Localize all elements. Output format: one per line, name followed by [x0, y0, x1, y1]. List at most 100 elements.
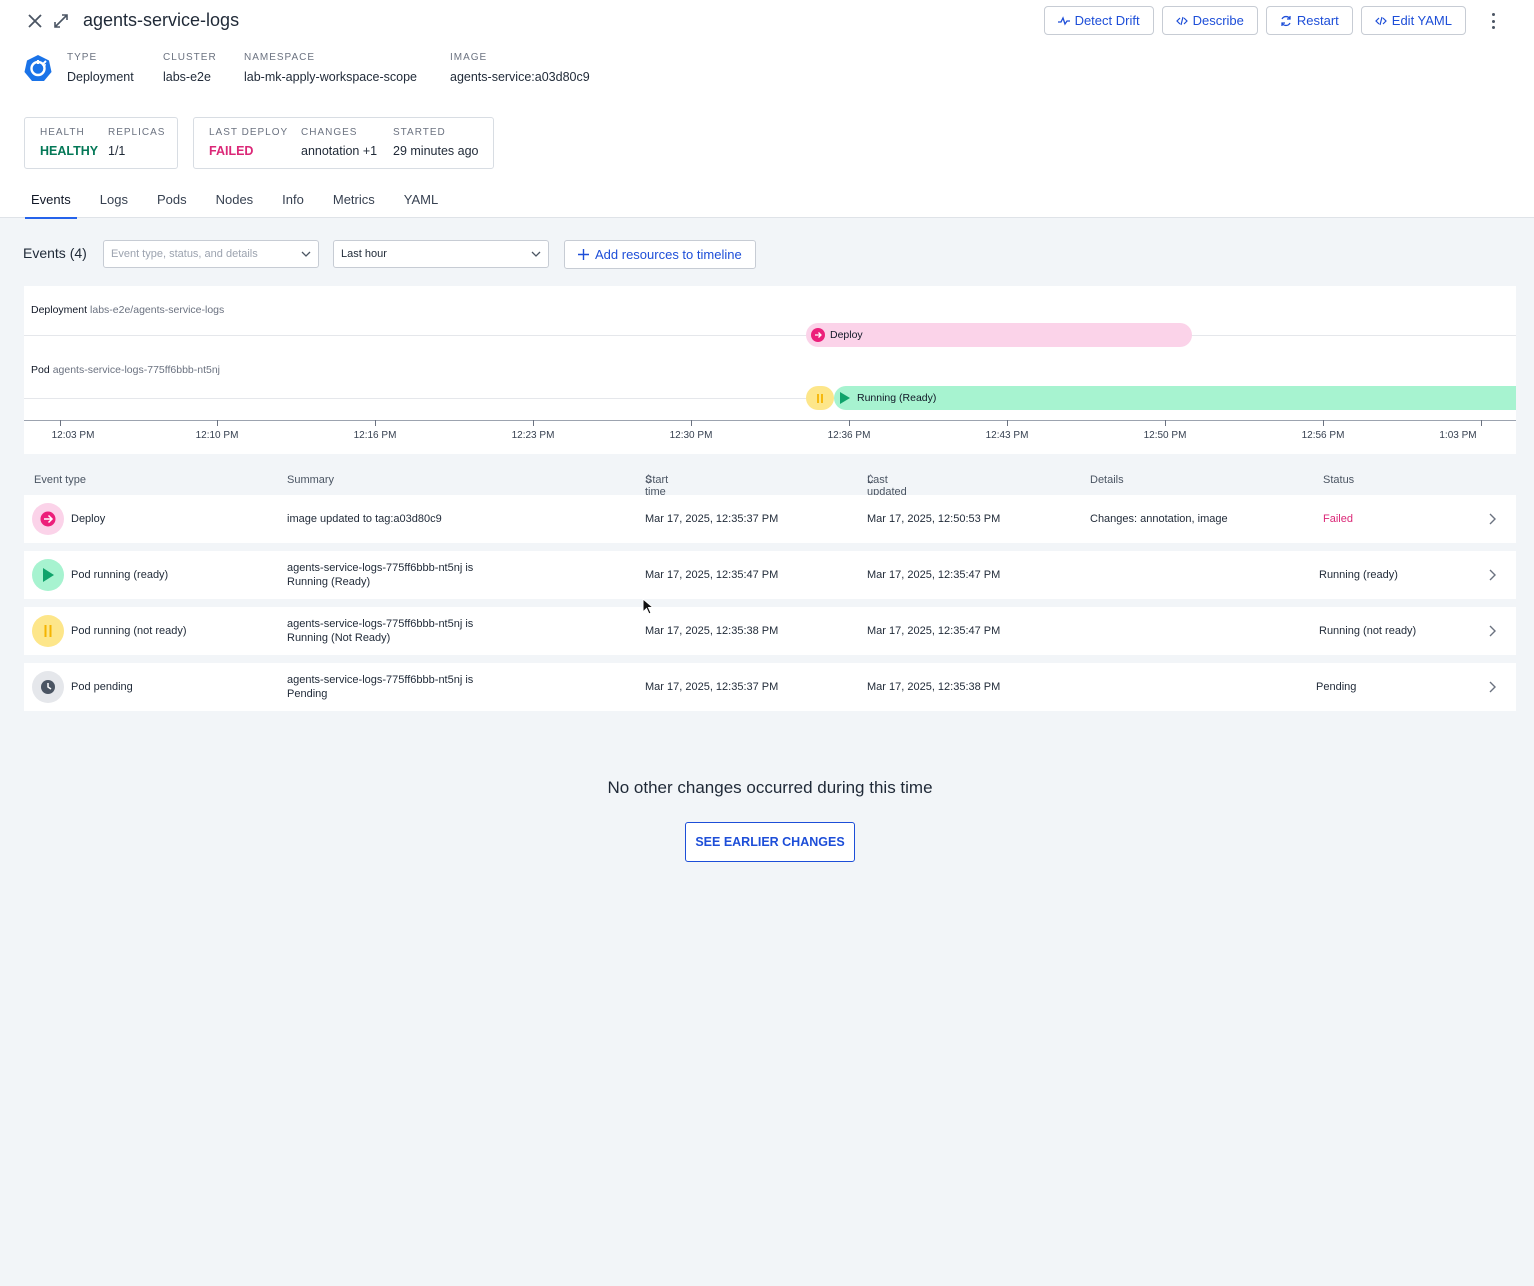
row-summary: agents-service-logs-775ff6bbb-nt5nj is R… — [287, 562, 474, 588]
axis-tick — [217, 420, 218, 426]
axis-tick-label: 12:36 PM — [827, 430, 871, 441]
axis-tick — [1481, 420, 1482, 426]
running-bar[interactable]: Running (Ready) — [834, 386, 1516, 410]
row-last-updated: Mar 17, 2025, 12:50:53 PM — [867, 513, 1001, 525]
row-summary: agents-service-logs-775ff6bbb-nt5nj is P… — [287, 674, 474, 700]
event-filter-select[interactable]: Event type, status, and details — [103, 240, 319, 268]
deploy-event-icon — [32, 503, 64, 535]
table-row[interactable]: Pod running (ready) agents-service-logs-… — [24, 551, 1516, 599]
meta-cluster-label: CLUSTER — [163, 52, 217, 63]
row-status: Running (not ready) — [1319, 625, 1417, 637]
axis-tick-label: 12:50 PM — [1143, 430, 1187, 441]
clock-icon — [32, 671, 64, 703]
table-row[interactable]: Pod pending agents-service-logs-775ff6bb… — [24, 663, 1516, 711]
row-event-type: Pod pending — [71, 681, 133, 693]
axis-tick — [533, 420, 534, 426]
last-deploy-label: LAST DEPLOY — [209, 127, 289, 138]
pause-icon — [817, 393, 823, 403]
meta-namespace: NAMESPACE lab-mk-apply-workspace-scope — [244, 52, 417, 84]
chevron-right-icon — [1489, 625, 1496, 637]
meta-image: IMAGE agents-service:a03d80c9 — [450, 52, 590, 84]
close-icon[interactable] — [25, 11, 45, 31]
expand-icon[interactable] — [51, 11, 71, 31]
axis-tick — [1007, 420, 1008, 426]
timeline-row-kind: Deployment — [31, 304, 88, 316]
row-last-updated: Mar 17, 2025, 12:35:47 PM — [867, 625, 1001, 637]
row-start-time: Mar 17, 2025, 12:35:37 PM — [645, 681, 779, 693]
row-start-time: Mar 17, 2025, 12:35:38 PM — [645, 625, 779, 637]
tab-logs[interactable]: Logs — [100, 188, 128, 216]
running-bar-label: Running (Ready) — [857, 392, 937, 404]
started-label: STARTED — [393, 127, 446, 138]
tab-yaml[interactable]: YAML — [404, 188, 438, 216]
tab-metrics[interactable]: Metrics — [333, 188, 375, 216]
meta-type-label: TYPE — [67, 52, 98, 63]
more-options-icon[interactable] — [1486, 11, 1500, 31]
row-event-type: Pod running (ready) — [71, 569, 169, 581]
meta-type: TYPE Deployment — [67, 52, 134, 84]
meta-namespace-label: NAMESPACE — [244, 52, 316, 63]
not-ready-bar[interactable] — [806, 386, 834, 410]
tab-info[interactable]: Info — [282, 188, 304, 216]
table-row[interactable]: Pod running (not ready) agents-service-l… — [24, 607, 1516, 655]
add-resources-button[interactable]: Add resources to timeline — [564, 240, 756, 269]
meta-cluster: CLUSTER labs-e2e — [163, 52, 217, 84]
chevron-right-icon — [1489, 513, 1496, 525]
events-title: Events (4) — [23, 245, 87, 261]
axis-tick-label: 1:03 PM — [1439, 430, 1477, 441]
row-start-time: Mar 17, 2025, 12:35:37 PM — [645, 513, 779, 525]
row-event-type: Pod running (not ready) — [71, 625, 187, 637]
meta-cluster-value: labs-e2e — [163, 70, 211, 84]
resource-header: agents-service-logs Detect Drift Describ… — [0, 0, 1534, 219]
timeline-axis — [24, 420, 1516, 421]
col-last-updated[interactable]: Last updated time — [867, 474, 907, 510]
changes-value: annotation +1 — [301, 144, 378, 158]
timeline-row-pod: Pod agents-service-logs-775ff6bbb-nt5nj — [31, 364, 220, 376]
deploy-card: LAST DEPLOY FAILED CHANGES annotation +1… — [193, 117, 494, 169]
col-start-time[interactable]: Start time (UTC+2) — [645, 474, 687, 510]
detect-drift-button[interactable]: Detect Drift — [1043, 6, 1154, 35]
timeline-divider — [24, 335, 1516, 336]
edit-yaml-label: Edit YAML — [1391, 13, 1452, 28]
chevron-down-icon — [531, 251, 541, 257]
describe-label: Describe — [1192, 13, 1244, 28]
restart-label: Restart — [1296, 13, 1339, 28]
health-label: HEALTH — [40, 127, 85, 138]
health-card: HEALTH HEALTHY REPLICAS 1/1 — [24, 117, 178, 169]
axis-tick-label: 12:56 PM — [1301, 430, 1345, 441]
events-timeline: Deployment labs-e2e/agents-service-logs D… — [24, 286, 1516, 454]
empty-state-message: No other changes occurred during this ti… — [607, 778, 933, 797]
deploy-bar[interactable]: Deploy — [806, 323, 1192, 347]
tab-pods[interactable]: Pods — [157, 188, 187, 216]
row-last-updated: Mar 17, 2025, 12:35:47 PM — [867, 569, 1001, 581]
axis-tick-label: 12:23 PM — [511, 430, 555, 441]
meta-type-value: Deployment — [67, 70, 134, 84]
tab-events[interactable]: Events — [25, 188, 77, 219]
pause-icon — [32, 615, 64, 647]
table-row[interactable]: Deploy image updated to tag:a03d80c9 Mar… — [24, 495, 1516, 543]
chevron-right-icon — [1489, 569, 1496, 581]
axis-tick-label: 12:10 PM — [195, 430, 239, 441]
detect-drift-label: Detect Drift — [1074, 13, 1140, 28]
edit-yaml-button[interactable]: Edit YAML — [1360, 6, 1466, 35]
describe-button[interactable]: Describe — [1161, 6, 1258, 35]
meta-image-value: agents-service:a03d80c9 — [450, 70, 590, 84]
restart-button[interactable]: Restart — [1265, 6, 1353, 35]
col-summary: Summary — [287, 474, 335, 486]
axis-tick — [60, 420, 61, 426]
plus-icon — [578, 249, 589, 260]
replicas-label: REPLICAS — [108, 127, 166, 138]
chevron-right-icon — [1489, 681, 1496, 693]
axis-tick — [1323, 420, 1324, 426]
tab-nodes[interactable]: Nodes — [216, 188, 254, 216]
timeline-row-kind: Pod — [31, 364, 50, 376]
tab-bar: Events Logs Pods Nodes Info Metrics YAML — [24, 188, 467, 219]
see-earlier-changes-button[interactable]: SEE EARLIER CHANGES — [685, 822, 855, 862]
axis-tick — [1165, 420, 1166, 426]
row-details: Changes: annotation, image — [1090, 513, 1228, 525]
row-last-updated: Mar 17, 2025, 12:35:38 PM — [867, 681, 1001, 693]
time-range-select[interactable]: Last hour — [333, 240, 549, 268]
row-start-time: Mar 17, 2025, 12:35:47 PM — [645, 569, 779, 581]
chevron-down-icon — [301, 251, 311, 257]
axis-tick — [375, 420, 376, 426]
